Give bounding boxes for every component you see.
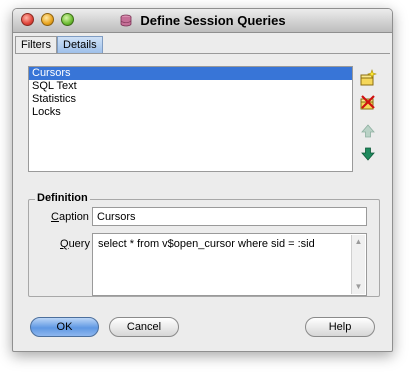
move-up-icon[interactable] <box>359 122 377 140</box>
ok-button[interactable]: OK <box>30 317 99 337</box>
tab-divider <box>15 53 390 54</box>
query-scrollbar[interactable]: ▲ ▼ <box>351 235 365 294</box>
caption-label: Caption <box>51 211 89 223</box>
tab-filters[interactable]: Filters <box>15 36 57 53</box>
list-item[interactable]: Statistics <box>29 93 352 106</box>
query-textarea[interactable]: select * from v$open_cursor where sid = … <box>92 233 367 296</box>
tab-details[interactable]: Details <box>57 36 103 53</box>
move-down-icon[interactable] <box>359 145 377 163</box>
help-button[interactable]: Help <box>305 317 375 337</box>
caption-input[interactable]: Cursors <box>92 207 367 226</box>
query-list[interactable]: Cursors SQL Text Statistics Locks <box>28 66 353 172</box>
delete-query-icon[interactable] <box>359 93 377 111</box>
scroll-down-arrow-icon[interactable]: ▼ <box>353 282 364 292</box>
list-item[interactable]: SQL Text <box>29 80 352 93</box>
cancel-button[interactable]: Cancel <box>109 317 179 337</box>
list-item[interactable]: Cursors <box>29 67 352 80</box>
dialog-window: Define Session Queries Filters Details C… <box>12 8 393 352</box>
scroll-up-arrow-icon[interactable]: ▲ <box>353 237 364 247</box>
database-icon <box>120 14 132 26</box>
list-item[interactable]: Locks <box>29 106 352 119</box>
add-query-icon[interactable] <box>359 69 377 87</box>
definition-group-label: Definition <box>35 192 90 204</box>
query-label: Query <box>60 238 90 250</box>
title-bar[interactable]: Define Session Queries <box>13 9 392 33</box>
query-text: select * from v$open_cursor where sid = … <box>98 238 315 250</box>
window-title: Define Session Queries <box>140 13 286 28</box>
